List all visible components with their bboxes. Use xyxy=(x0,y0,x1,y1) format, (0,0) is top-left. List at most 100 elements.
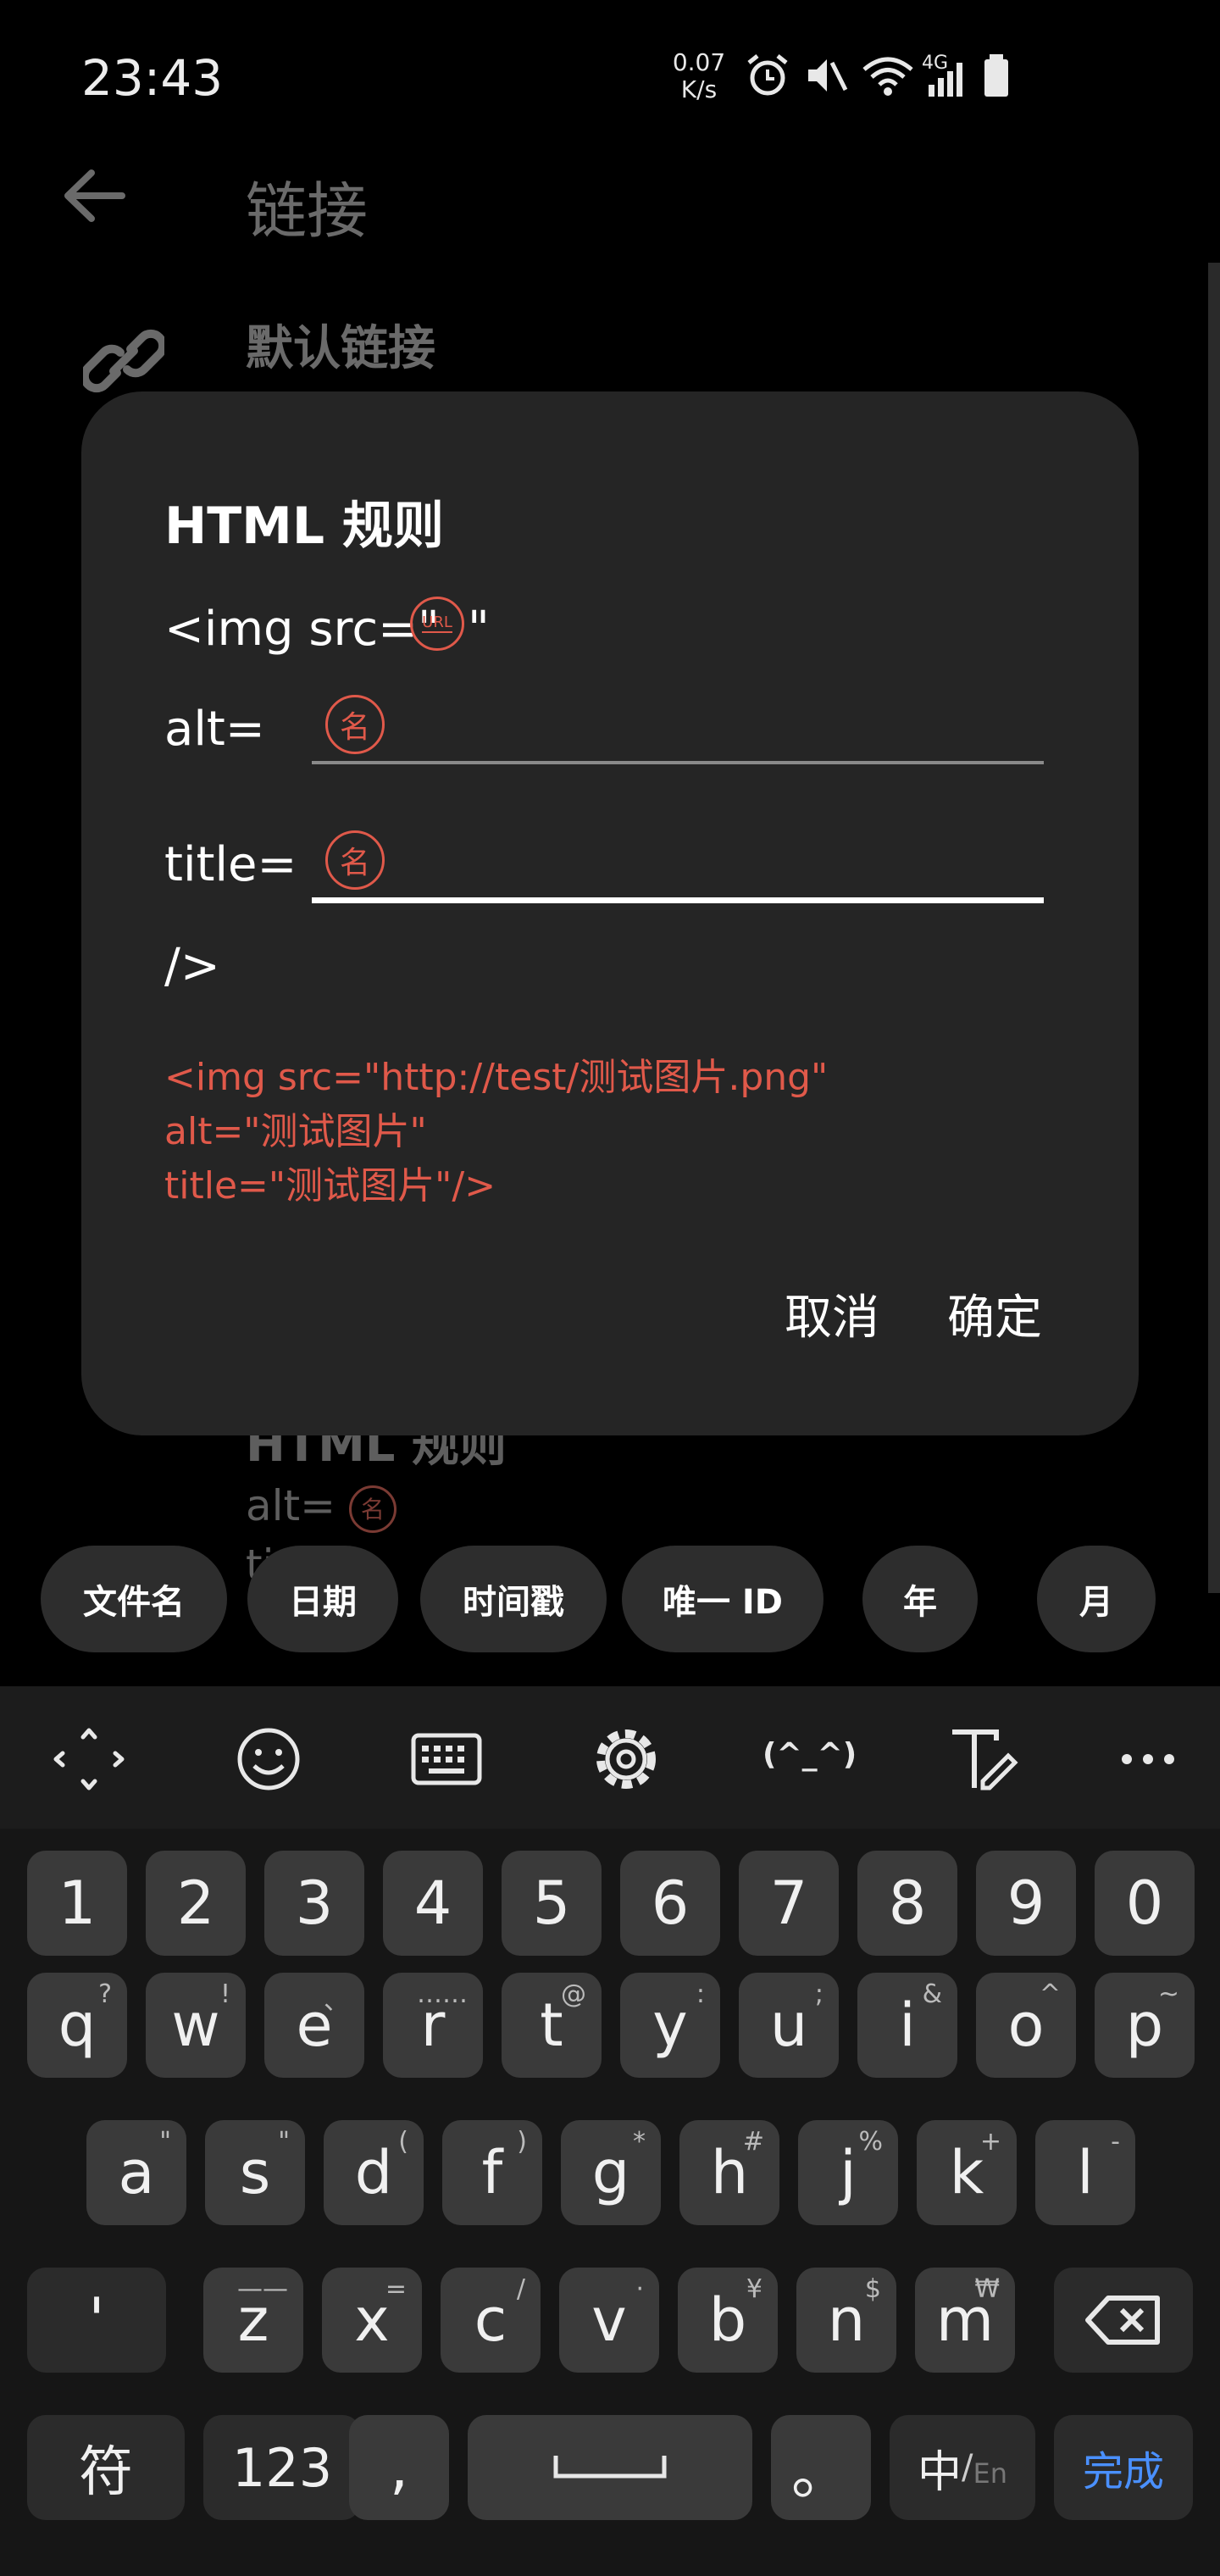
html-preview: <img src="http://test/测试图片.png" alt="测试图… xyxy=(164,1051,828,1213)
key-a[interactable]: a " xyxy=(86,2120,186,2225)
preview-line: title="测试图片"/> xyxy=(164,1164,496,1208)
alarm-icon xyxy=(747,54,788,96)
key-q[interactable]: q? xyxy=(27,1973,127,2078)
key-g-hint: * xyxy=(633,2127,646,2157)
key-m-hint: ₩ xyxy=(974,2274,1000,2304)
chip-date[interactable]: 日期 xyxy=(247,1546,398,1652)
key-f[interactable]: f) xyxy=(442,2120,542,2225)
key-w[interactable]: w! xyxy=(146,1973,246,2078)
key-k[interactable]: k + xyxy=(917,2120,1017,2225)
key-comma-label: , xyxy=(389,2433,409,2502)
key-o-hint: ^ xyxy=(1039,1979,1061,2009)
keyboard-icon[interactable] xyxy=(408,1725,485,1793)
symbol-key-label: 符 xyxy=(79,2441,133,2504)
chip-unique-id[interactable]: 唯一 ID xyxy=(622,1546,824,1652)
key-e[interactable]: e、 xyxy=(264,1973,364,2078)
key-2[interactable]: 2 xyxy=(146,1851,246,1956)
key-b-label: b xyxy=(708,2285,747,2355)
key-o[interactable]: o ^ xyxy=(976,1973,1076,2078)
key-6[interactable]: 6 xyxy=(620,1851,720,1956)
key-7-label: 7 xyxy=(769,1868,808,1938)
key-7[interactable]: 7 xyxy=(739,1851,839,1956)
title-input[interactable]: 名 xyxy=(312,822,1044,903)
name-placeholder-badge[interactable]: 名 xyxy=(325,695,385,754)
text-edit-icon[interactable] xyxy=(946,1725,1022,1793)
key-0[interactable]: 0 xyxy=(1095,1851,1195,1956)
key-3[interactable]: 3 xyxy=(264,1851,364,1956)
key-s[interactable]: s " xyxy=(205,2120,305,2225)
key-period[interactable]: 。 xyxy=(771,2415,871,2520)
key-y-label: y xyxy=(652,1990,688,2060)
close-tag: /> xyxy=(164,939,220,994)
done-key[interactable]: 完成 xyxy=(1054,2415,1193,2520)
key-u[interactable]: u; xyxy=(739,1973,839,2078)
key-i[interactable]: i & xyxy=(857,1973,957,2078)
key-c-hint: / xyxy=(516,2274,525,2304)
key-1-label: 1 xyxy=(58,1868,97,1938)
key-g[interactable]: g * xyxy=(561,2120,661,2225)
symbol-key[interactable]: 符 xyxy=(27,2415,185,2520)
key-v-label: v xyxy=(591,2285,627,2355)
chip-month[interactable]: 月 xyxy=(1037,1546,1156,1652)
numbers-key-label: 123 xyxy=(231,2436,333,2499)
url-placeholder-badge[interactable]: URL xyxy=(410,597,464,651)
key-n[interactable]: n $ xyxy=(796,2268,896,2373)
key-b[interactable]: b ¥ xyxy=(678,2268,778,2373)
alt-input[interactable]: 名 xyxy=(312,686,1044,764)
key-5-label: 5 xyxy=(532,1868,571,1938)
key-l[interactable]: l- xyxy=(1035,2120,1135,2225)
kaomoji-icon[interactable]: (^_^) xyxy=(762,1737,857,1772)
key-z-hint: —— xyxy=(237,2274,288,2304)
key-h[interactable]: h # xyxy=(679,2120,779,2225)
key-p[interactable]: p ~ xyxy=(1095,1973,1195,2078)
default-link-setting[interactable]: 默认链接 xyxy=(246,310,435,379)
numbers-key[interactable]: 123 xyxy=(203,2415,361,2520)
chip-year[interactable]: 年 xyxy=(862,1546,978,1652)
key-5[interactable]: 5 xyxy=(502,1851,602,1956)
battery-icon xyxy=(984,54,1008,97)
key-n-hint: $ xyxy=(864,2274,881,2304)
settings-icon[interactable] xyxy=(588,1725,664,1793)
img-quote: " xyxy=(468,602,490,657)
key-x-label: x xyxy=(354,2285,390,2355)
key-y[interactable]: y: xyxy=(620,1973,720,2078)
confirm-button[interactable]: 确定 xyxy=(947,1280,1042,1348)
key-c-label: c xyxy=(474,2285,507,2355)
lang-separator: / xyxy=(962,2448,973,2487)
key-1[interactable]: 1 xyxy=(27,1851,127,1956)
key-q-label: q xyxy=(58,1990,97,2060)
name-placeholder-badge[interactable]: 名 xyxy=(325,830,385,890)
key-m[interactable]: m ₩ xyxy=(915,2268,1015,2373)
language-toggle-key[interactable]: 中 / En xyxy=(890,2415,1035,2520)
backspace-key[interactable] xyxy=(1054,2268,1193,2373)
key-d[interactable]: d( xyxy=(324,2120,424,2225)
key-c[interactable]: c / xyxy=(441,2268,541,2373)
more-icon[interactable] xyxy=(1110,1725,1186,1793)
back-arrow-icon[interactable] xyxy=(61,166,129,225)
key-r[interactable]: r…… xyxy=(383,1973,483,2078)
key-v[interactable]: v · xyxy=(559,2268,659,2373)
key-z[interactable]: z —— xyxy=(203,2268,303,2373)
key-j[interactable]: j% xyxy=(798,2120,898,2225)
key-apostrophe[interactable]: ' xyxy=(27,2268,166,2373)
chip-filename[interactable]: 文件名 xyxy=(41,1546,227,1652)
done-key-label: 完成 xyxy=(1082,2448,1164,2496)
key-4[interactable]: 4 xyxy=(383,1851,483,1956)
key-a-label: a xyxy=(118,2138,155,2207)
key-k-label: k xyxy=(949,2138,984,2207)
space-key[interactable] xyxy=(468,2415,752,2520)
key-x[interactable]: x = xyxy=(322,2268,422,2373)
cancel-button[interactable]: 取消 xyxy=(785,1280,879,1348)
key-v-hint: · xyxy=(635,2274,644,2304)
scrollbar[interactable] xyxy=(1208,263,1220,1593)
chip-timestamp[interactable]: 时间戳 xyxy=(420,1546,607,1652)
key-b-hint: ¥ xyxy=(746,2274,762,2304)
move-icon[interactable] xyxy=(51,1725,127,1793)
key-8[interactable]: 8 xyxy=(857,1851,957,1956)
key-j-label: j xyxy=(840,2138,857,2207)
lang-en-label: En xyxy=(973,2457,1008,2490)
key-t[interactable]: t @ xyxy=(502,1973,602,2078)
key-comma[interactable]: , xyxy=(349,2415,449,2520)
key-9[interactable]: 9 xyxy=(976,1851,1076,1956)
emoji-icon[interactable] xyxy=(230,1725,307,1793)
